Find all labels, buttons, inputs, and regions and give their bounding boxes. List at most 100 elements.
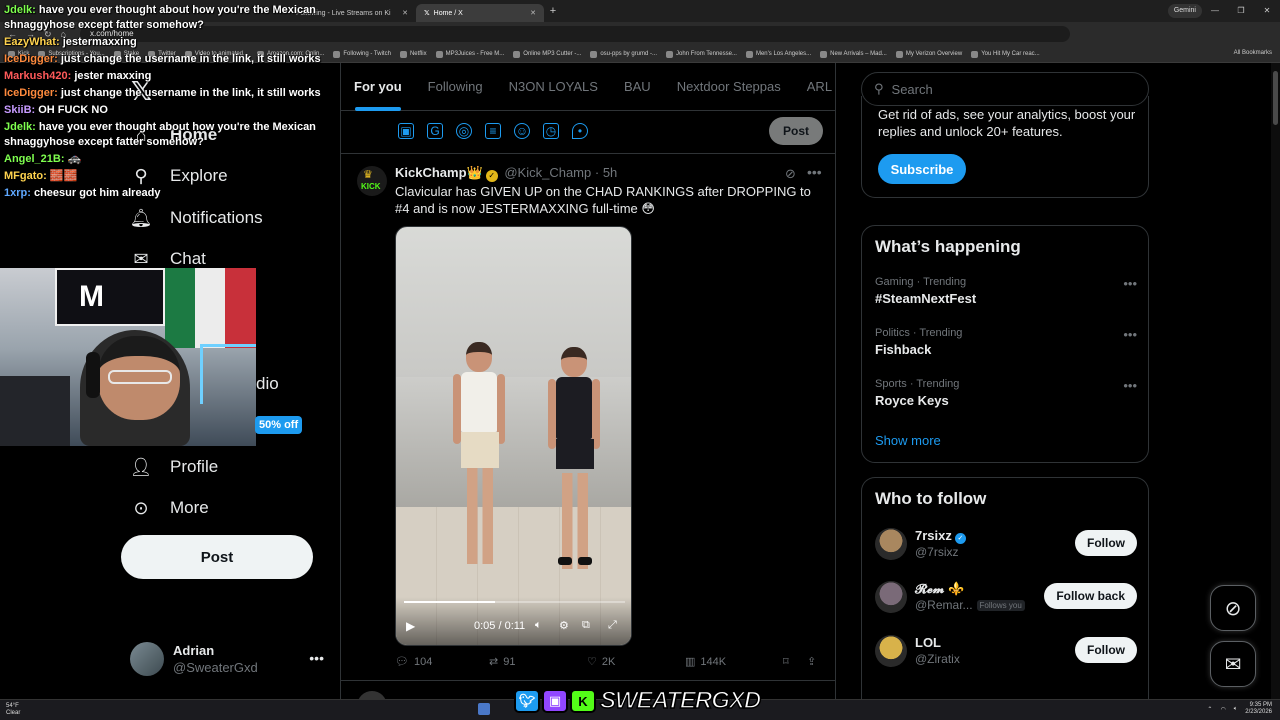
timeline-tab[interactable]: For you xyxy=(341,63,415,111)
trend-item[interactable]: Politics · Trending Fishback ••• xyxy=(875,327,1137,367)
nav-notifications[interactable]: 🔔︎ Notifications xyxy=(130,207,263,229)
subscribe-button[interactable]: Subscribe xyxy=(878,154,966,184)
shorts xyxy=(461,432,499,468)
compose-post-button[interactable]: Post xyxy=(769,117,823,145)
premium-promo: Get rid of ads, see your analytics, boos… xyxy=(861,96,1149,198)
bookmark-item[interactable]: My Verizon Overview xyxy=(895,50,962,58)
tweet-time[interactable]: 5h xyxy=(603,165,617,180)
bookmark-item[interactable]: Online MP3 Cutter -... xyxy=(513,50,581,58)
grok-icon[interactable]: ◎ xyxy=(456,123,472,139)
post-button[interactable]: Post xyxy=(121,535,313,579)
clock-date: 2/23/2026 xyxy=(1245,709,1272,715)
nav-audio-partial[interactable]: dio xyxy=(256,374,279,394)
timeline-tab[interactable]: BAU xyxy=(611,63,664,111)
timeline-tab[interactable]: Nextdoor Steppas xyxy=(664,63,794,111)
timeline-tabs: For you Following N3ON LOYALS BAU Nextdoor S… xyxy=(341,63,835,111)
chat-message: IceDigger: just change the username in t… xyxy=(0,85,330,102)
play-icon[interactable]: ▶ xyxy=(406,619,415,633)
clock[interactable]: 9:35 PM 2/23/2026 xyxy=(1245,702,1272,716)
streamer-name: SWEATERGXD xyxy=(599,686,762,715)
suggestion-name: 𝓡𝓮𝓶 ⚜️ xyxy=(915,581,965,596)
trend-item[interactable]: Sports · Trending Royce Keys ••• xyxy=(875,378,1137,418)
follow-suggestion[interactable]: 𝓡𝓮𝓶 ⚜️ @Remar... Follows you Follow back xyxy=(875,581,1137,619)
network-icon[interactable]: ◠ xyxy=(1220,706,1225,713)
timeline-tab[interactable]: Following xyxy=(415,63,496,111)
nav-profile[interactable]: 👤︎ Profile xyxy=(130,456,219,478)
messages-icon[interactable]: ✉ xyxy=(1210,641,1256,687)
nav-chat[interactable]: ✉ Chat xyxy=(130,248,205,270)
bookmark-item[interactable]: You Hit My Car reac... xyxy=(971,50,1040,58)
pip-icon[interactable]: ⧉ xyxy=(582,619,590,632)
like-button[interactable]: ♡ 2K xyxy=(587,655,615,669)
fullscreen-icon[interactable]: ⤢ xyxy=(608,619,617,632)
location-icon[interactable]: • xyxy=(572,123,588,139)
share-icon[interactable]: ⇪ xyxy=(807,655,816,668)
more-icon[interactable]: ••• xyxy=(309,650,324,666)
new-tab-icon[interactable]: + xyxy=(544,5,562,17)
trend-item[interactable]: Gaming · Trending #SteamNextFest ••• xyxy=(875,276,1137,316)
video-progress-bar[interactable] xyxy=(404,601,625,603)
show-more-link[interactable]: Show more xyxy=(875,433,941,448)
bookmark-item[interactable]: Following - Twitch xyxy=(333,50,391,58)
repost-button[interactable]: ⇄ 91 xyxy=(489,655,515,669)
image-icon[interactable]: ▣ xyxy=(398,123,414,139)
follow-back-button[interactable]: Follow back xyxy=(1044,583,1137,609)
minimize-icon[interactable]: — xyxy=(1202,0,1228,22)
tweet-author-name[interactable]: KickChamp👑 xyxy=(395,165,483,180)
volume-icon[interactable]: 🔈︎ xyxy=(1234,706,1238,713)
account-switcher[interactable]: Adrian @SweaterGxd ••• xyxy=(130,642,330,678)
close-icon[interactable]: ✕ xyxy=(402,9,408,17)
avatar[interactable] xyxy=(875,581,907,613)
follow-button[interactable]: Follow xyxy=(1075,637,1137,663)
weather-widget[interactable]: 54°F Clear xyxy=(6,703,20,717)
close-icon[interactable]: ✕ xyxy=(530,9,536,17)
more-icon[interactable]: ••• xyxy=(1123,327,1137,342)
maximize-icon[interactable]: ❐ xyxy=(1228,0,1254,22)
nav-more[interactable]: ⊙ More xyxy=(130,497,208,519)
avatar[interactable] xyxy=(875,528,907,560)
timeline-tab[interactable]: N3ON LOYALS xyxy=(496,63,611,111)
premium-promo-badge[interactable]: 50% off xyxy=(255,416,303,434)
bookmark-item[interactable]: John From Tennesse... xyxy=(666,50,737,58)
close-window-icon[interactable]: ✕ xyxy=(1254,0,1280,22)
volume-icon[interactable]: 🔈︎ xyxy=(535,619,542,632)
scrollbar-thumb[interactable] xyxy=(1273,71,1278,125)
poll-icon[interactable]: ≡ xyxy=(485,123,501,139)
views-button[interactable]: ▥ 144K xyxy=(685,655,726,669)
start-icon[interactable] xyxy=(478,703,490,715)
follow-suggestion[interactable]: LOL @Ziratix Follow xyxy=(875,635,1137,673)
follow-button[interactable]: Follow xyxy=(1075,530,1137,556)
head xyxy=(561,347,587,377)
follow-suggestion[interactable]: 7rsixz ✓ @7rsixz Follow xyxy=(875,528,1137,566)
tweet-author-handle[interactable]: @Kick_Champ xyxy=(504,165,591,180)
gif-icon[interactable]: G xyxy=(427,123,443,139)
browser-tab-home[interactable]: 𝕏 Home / X ✕ xyxy=(416,4,544,22)
tweet-avatar[interactable]: ♛ KICK xyxy=(357,166,387,196)
bookmark-item[interactable]: Netflix xyxy=(399,50,427,58)
suggestion-handle: @Ziratix xyxy=(915,652,960,666)
schedule-icon[interactable]: ◷ xyxy=(543,123,559,139)
chevron-up-icon[interactable]: ⌃ xyxy=(1207,706,1212,713)
tweet[interactable]: ♛ KICK KickChamp👑 ✓ @Kick_Champ · 5h ⊘ ••… xyxy=(341,155,835,681)
grok-icon[interactable]: ⊘ xyxy=(785,166,796,182)
more-icon[interactable]: ••• xyxy=(1123,276,1137,291)
search-input[interactable]: Search xyxy=(892,82,933,97)
reply-button[interactable]: 💬︎ 104 xyxy=(395,655,432,669)
bookmark-icon[interactable]: ⌑ xyxy=(783,655,789,668)
timeline-tab[interactable]: ARL xyxy=(794,63,835,111)
bookmark-item[interactable]: Men's Los Angeles... xyxy=(745,50,811,58)
more-icon[interactable]: ••• xyxy=(807,164,822,180)
bookmark-item[interactable]: New Arrivals – Mad... xyxy=(820,50,887,58)
chat-text: jester maxxing xyxy=(74,70,152,82)
scrollbar[interactable] xyxy=(1271,63,1280,700)
emoji-icon[interactable]: ☺ xyxy=(514,123,530,139)
all-bookmarks-button[interactable]: All Bookmarks xyxy=(1234,50,1272,56)
gemini-button[interactable]: Gemini xyxy=(1167,4,1202,18)
more-icon[interactable]: ••• xyxy=(1123,378,1137,393)
bookmark-item[interactable]: osu-pps by grumd -... xyxy=(590,50,657,58)
settings-icon[interactable]: ⚙ xyxy=(559,619,569,632)
tweet-video[interactable]: ▶ 0:05 / 0:11 🔈︎ ⚙ ⧉ ⤢ xyxy=(395,226,632,646)
grok-icon[interactable]: ⊘ xyxy=(1210,585,1256,631)
bookmark-item[interactable]: MP3Juices - Free M... xyxy=(435,50,504,58)
avatar[interactable] xyxy=(875,635,907,667)
